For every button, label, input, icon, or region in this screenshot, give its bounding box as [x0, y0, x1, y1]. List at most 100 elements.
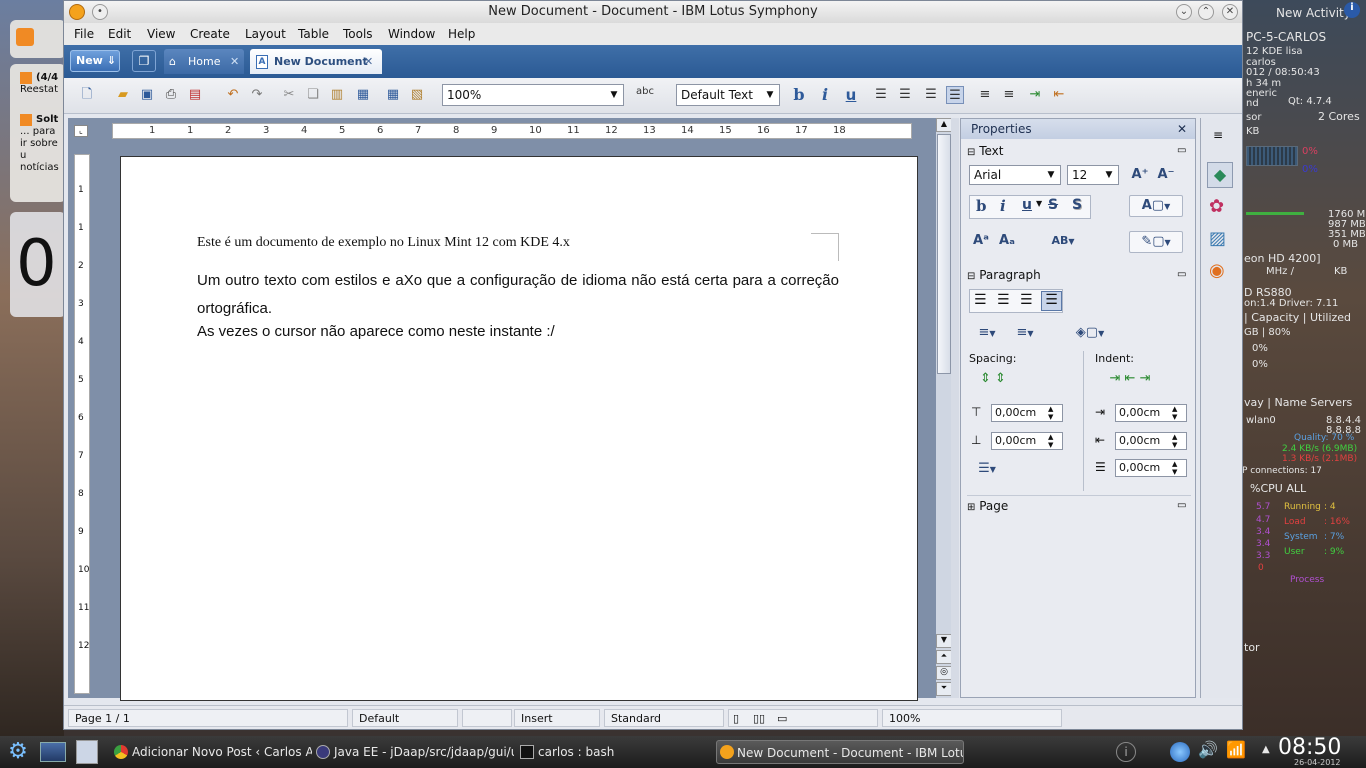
menu-window[interactable]: Window [388, 27, 435, 41]
minimize-button[interactable]: ⌄ [1176, 4, 1192, 20]
paragraph-style-select[interactable]: Default Text ▼ [676, 84, 780, 106]
spinner-icon[interactable]: ▲ ▼ [1172, 405, 1177, 421]
menu-view[interactable]: View [147, 27, 175, 41]
underline-button[interactable]: u [1022, 197, 1032, 213]
grow-font-icon[interactable]: A⁺ [1129, 165, 1151, 187]
spellcheck-icon[interactable]: abc [636, 86, 654, 97]
character-spacing-button[interactable]: AB▼ [1043, 231, 1083, 253]
horizontal-ruler[interactable]: 1 1 2 3 4 5 6 7 8 9 10 11 12 13 14 15 16 17 18 [112, 123, 912, 139]
zoom-level[interactable]: 100% [882, 709, 1062, 727]
expand-icon[interactable]: ⊞ [967, 502, 975, 513]
new-document-icon[interactable]: 🗋 [78, 86, 96, 104]
next-page-icon[interactable]: ⏷ [936, 682, 952, 696]
menu-table[interactable]: Table [298, 27, 329, 41]
first-line-indent-input[interactable]: 0,00cm ▲ ▼ [1115, 459, 1187, 477]
spinner-icon[interactable]: ▲ ▼ [1048, 405, 1053, 421]
network-manager-icon[interactable] [1170, 742, 1190, 762]
spinner-icon[interactable]: ▲ ▼ [1048, 433, 1053, 449]
redo-icon[interactable]: ↷ [248, 86, 266, 104]
close-icon[interactable]: ✕ [1177, 119, 1187, 139]
taskbar-item-symphony[interactable]: New Document - Document - IBM Lotu [716, 740, 964, 764]
more-options-icon[interactable]: ▭ [1177, 496, 1186, 516]
italic-button[interactable]: i [1000, 197, 1006, 215]
new-button[interactable]: New ⇓ [70, 50, 120, 72]
tab-stop-icon[interactable]: ⌞ [74, 125, 88, 137]
underline-button[interactable]: u [842, 86, 860, 104]
navigator-tab-icon[interactable]: ◉ [1209, 260, 1225, 281]
windows-list-icon[interactable]: ❐ [132, 50, 156, 72]
menu-tools[interactable]: Tools [343, 27, 373, 41]
tab-close-icon[interactable]: ✕ [230, 49, 239, 74]
clock-time[interactable]: 08:50 [1278, 735, 1341, 760]
bold-button[interactable]: b [976, 197, 987, 215]
vertical-ruler[interactable]: 1 1 2 3 4 5 6 7 8 9 10 11 12 [74, 154, 90, 694]
undo-icon[interactable]: ↶ [224, 86, 242, 104]
align-justify-icon[interactable]: ☰ [1041, 291, 1062, 311]
page-style[interactable]: Default [352, 709, 458, 727]
align-center-icon[interactable]: ☰ [997, 292, 1010, 308]
activity-title[interactable]: New Activity [1276, 6, 1351, 20]
insert-image-icon[interactable]: ▧ [408, 86, 426, 104]
insert-mode[interactable]: Insert [514, 709, 600, 727]
align-justify-icon[interactable]: ☰ [946, 86, 964, 104]
align-center-icon[interactable]: ☰ [896, 86, 914, 104]
paragraph-background-button[interactable]: ◈▢▼ [1065, 323, 1115, 345]
italic-button[interactable]: i [816, 86, 834, 104]
scroll-down-icon[interactable]: ▼ [936, 634, 952, 648]
numbering-button[interactable]: ≡▼ [1007, 323, 1043, 345]
subscript-icon[interactable]: Aₐ [995, 231, 1019, 253]
spinner-icon[interactable]: ▲ ▼ [1172, 460, 1177, 476]
menu-edit[interactable]: Edit [108, 27, 131, 41]
paste-icon[interactable]: ▥ [328, 86, 346, 104]
properties-tab-icon[interactable]: ◆ [1207, 162, 1233, 188]
bold-button[interactable]: b [790, 86, 808, 104]
volume-icon[interactable]: 🔊 [1198, 740, 1218, 759]
align-left-icon[interactable]: ☰ [872, 86, 890, 104]
align-left-icon[interactable]: ☰ [974, 292, 987, 308]
scroll-thumb[interactable] [937, 134, 951, 374]
numbering-icon[interactable]: ≡ [1000, 86, 1018, 104]
save-icon[interactable]: ▣ [138, 86, 156, 104]
single-page-view-icon[interactable]: ▯ [733, 710, 739, 728]
align-right-icon[interactable]: ☰ [1020, 292, 1033, 308]
styles-tab-icon[interactable]: ✿ [1209, 196, 1224, 217]
maximize-button[interactable]: ⌃ [1198, 4, 1214, 20]
document-page[interactable]: Este é um documento de exemplo no Linux … [120, 156, 918, 701]
menu-create[interactable]: Create [190, 27, 230, 41]
shrink-font-icon[interactable]: A⁻ [1155, 165, 1177, 187]
collapse-icon[interactable]: ⊟ [967, 271, 975, 282]
shadow-button[interactable]: S [1072, 197, 1082, 213]
font-name-select[interactable]: Arial ▼ [969, 165, 1061, 185]
menu-help[interactable]: Help [448, 27, 475, 41]
highlight-color-button[interactable]: ✎▢▼ [1129, 231, 1183, 253]
symphony-logo-icon[interactable] [69, 4, 85, 20]
tab-new-document[interactable]: A New Document ✕ [250, 49, 382, 74]
multi-page-view-icon[interactable]: ▯▯ [753, 710, 765, 728]
export-pdf-icon[interactable]: ▤ [186, 86, 204, 104]
font-size-select[interactable]: 12 ▼ [1067, 165, 1119, 185]
paragraph-section-header[interactable]: ⊟ Paragraph ▭ [967, 265, 1191, 285]
text-section-header[interactable]: ⊟ Text ▭ [967, 141, 1191, 161]
line-spacing-button[interactable]: ☰▼ [969, 459, 1005, 481]
previous-page-icon[interactable]: ⏶ [936, 650, 952, 664]
taskbar-item-browser[interactable]: Adicionar Novo Post ‹ Carlos Albe [112, 740, 312, 764]
sidebar-splitter[interactable] [951, 118, 959, 698]
info-icon[interactable]: i [1344, 2, 1360, 18]
increase-indent-icon[interactable]: ⇥ [1026, 86, 1044, 104]
wifi-icon[interactable]: 📶 [1226, 740, 1246, 759]
insert-table-icon[interactable]: ▦ [384, 86, 402, 104]
collapse-icon[interactable]: ⊟ [967, 147, 975, 158]
more-options-icon[interactable]: ▭ [1177, 265, 1186, 285]
copy-icon[interactable]: ❏ [304, 86, 322, 104]
notifications-icon[interactable]: i [1116, 742, 1136, 762]
taskbar-item-terminal[interactable]: carlos : bash [518, 740, 708, 764]
spinner-icon[interactable]: ▲ ▼ [1172, 433, 1177, 449]
book-view-icon[interactable]: ▭ [777, 710, 787, 728]
indent-buttons[interactable]: ⇥ ⇤ ⇥ [1093, 369, 1167, 391]
spacing-above-input[interactable]: 0,00cm ▲ ▼ [991, 404, 1063, 422]
indent-after-input[interactable]: 0,00cm ▲ ▼ [1115, 432, 1187, 450]
sidebar-menu-icon[interactable]: ≡ [1213, 128, 1223, 142]
selection-mode[interactable]: Standard [604, 709, 724, 727]
font-color-button[interactable]: A▢▼ [1129, 195, 1183, 217]
bullets-icon[interactable]: ≡ [976, 86, 994, 104]
